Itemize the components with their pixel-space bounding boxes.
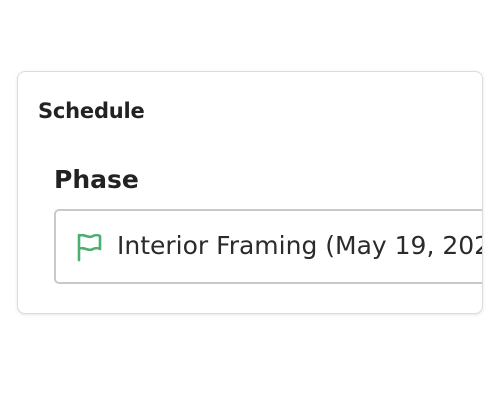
card-title: Schedule — [38, 99, 145, 123]
phase-value: Interior Framing (May 19, 2025 — [117, 231, 483, 260]
phase-label: Phase — [54, 165, 139, 194]
flag-icon — [77, 233, 102, 262]
schedule-card: Schedule Phase Interior Framing (May 19,… — [17, 71, 483, 314]
phase-select[interactable]: Interior Framing (May 19, 2025 — [54, 209, 483, 284]
